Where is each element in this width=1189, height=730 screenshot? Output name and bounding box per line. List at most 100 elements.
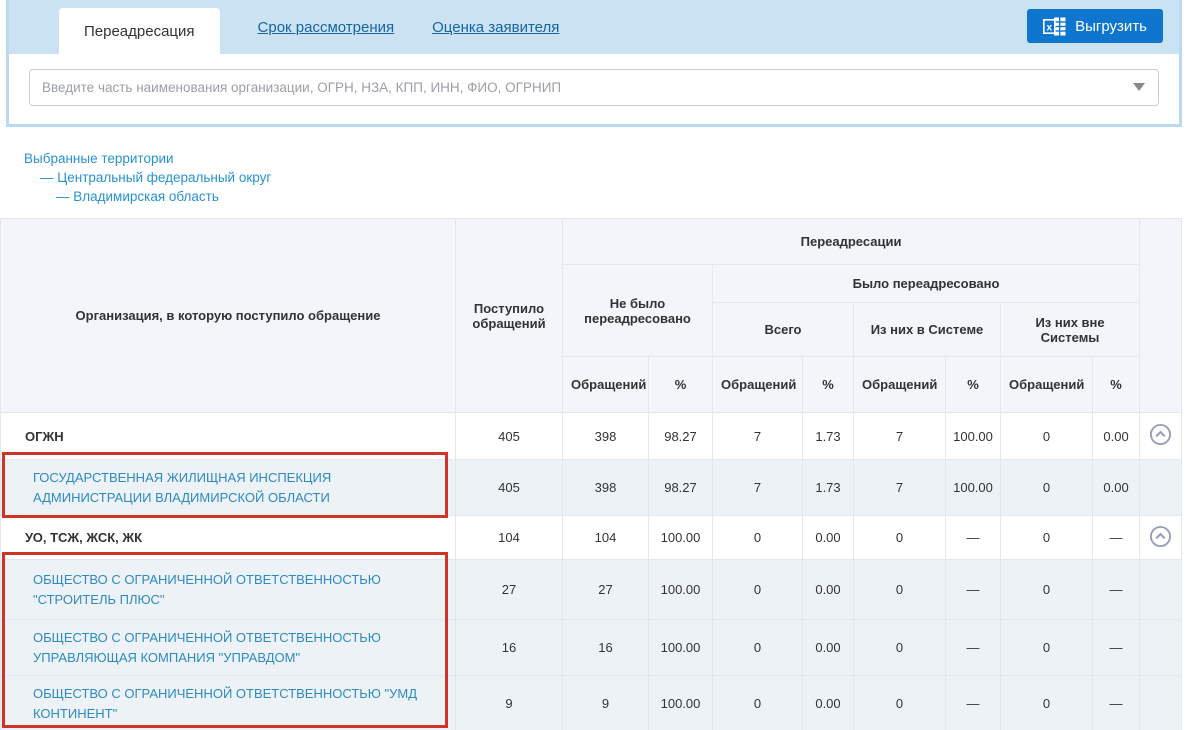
value-cell: 16 [456,620,563,676]
collapse-up-icon[interactable] [1149,423,1172,446]
value-cell: 7 [713,413,803,460]
header-percent: % [1093,357,1140,413]
value-cell: 0 [854,560,946,620]
value-cell: 9 [563,676,649,730]
value-cell: — [946,560,1001,620]
header-not-redirected: Не было переадресовано [563,265,713,357]
value-cell: 0 [854,516,946,560]
value-cell: 1.73 [803,460,854,516]
header-percent: % [649,357,713,413]
group-label: УО, ТСЖ, ЖСК, ЖК [25,530,142,545]
value-cell: 7 [854,460,946,516]
value-cell: 0 [713,560,803,620]
value-cell: 0.00 [1093,413,1140,460]
value-cell: 100.00 [649,560,713,620]
value-cell: 0.00 [803,620,854,676]
value-cell: 104 [563,516,649,560]
tab-ocenka-zayavitelya[interactable]: Оценка заявителя [432,19,559,36]
value-cell: 0 [1001,676,1093,730]
header-appeals: Обращений [713,357,803,413]
value-cell: 0 [1001,516,1093,560]
header-appeals: Обращений [563,357,649,413]
collapse-up-icon[interactable] [1149,525,1172,548]
value-cell: 98.27 [649,460,713,516]
value-cell: 100.00 [946,460,1001,516]
value-cell: 27 [456,560,563,620]
tab-bar: Переадресация Срок рассмотрения Оценка з… [9,0,1179,54]
value-cell: 0.00 [1093,460,1140,516]
value-cell: 100.00 [649,676,713,730]
value-cell: 104 [456,516,563,560]
selected-territories: Выбранные территории — Центральный федер… [24,149,271,206]
header-out-of-system: Из них вне Системы [1001,303,1140,357]
value-cell: 16 [563,620,649,676]
value-cell: — [1093,516,1140,560]
table-body: ОГЖН40539898.2771.737100.0000.00ГОСУДАРС… [1,413,1182,730]
value-cell: 7 [713,460,803,516]
value-cell: — [1093,620,1140,676]
redirection-report-page: Переадресация Срок рассмотрения Оценка з… [0,0,1189,730]
table-row: ОБЩЕСТВО С ОГРАНИЧЕННОЙ ОТВЕТСТВЕННОСТЬЮ… [1,620,1182,676]
value-cell: 7 [854,413,946,460]
search-area [9,54,1179,106]
org-cell: ОБЩЕСТВО С ОГРАНИЧЕННОЙ ОТВЕТСТВЕННОСТЬЮ… [1,620,456,676]
group-label: ОГЖН [25,429,64,444]
collapse-cell [1140,413,1182,460]
header-received: Поступило обращений [456,219,563,413]
header-collapse-column [1140,219,1182,413]
organization-link[interactable]: ГОСУДАРСТВЕННАЯ ЖИЛИЩНАЯ ИНСПЕКЦИЯ АДМИН… [33,470,331,505]
header-org: Организация, в которую поступило обращен… [1,219,456,413]
header-redirected: Было переадресовано [713,265,1140,303]
header-in-system: Из них в Системе [854,303,1001,357]
value-cell: 9 [456,676,563,730]
excel-icon: x [1043,17,1066,36]
value-cell: 0.00 [803,516,854,560]
table-row: ОБЩЕСТВО С ОГРАНИЧЕННОЙ ОТВЕТСТВЕННОСТЬЮ… [1,676,1182,730]
org-search-combobox[interactable] [29,69,1159,106]
dropdown-caret-icon[interactable] [1133,83,1145,91]
territory-item-central-district[interactable]: — Центральный федеральный округ [24,168,271,187]
tab-srok-rassmotreniya[interactable]: Срок рассмотрения [258,19,395,36]
tab-pereadresaciya[interactable]: Переадресация [59,8,220,54]
value-cell: 0.00 [803,676,854,730]
value-cell: 0 [1001,413,1093,460]
redirections-table: Организация, в которую поступило обращен… [0,218,1182,730]
header-total: Всего [713,303,854,357]
value-cell: — [1093,676,1140,730]
organization-link[interactable]: ОБЩЕСТВО С ОГРАНИЧЕННОЙ ОТВЕТСТВЕННОСТЬЮ… [33,572,381,607]
header-percent: % [946,357,1001,413]
value-cell: 0 [1001,560,1093,620]
org-cell: УО, ТСЖ, ЖСК, ЖК [1,516,456,560]
value-cell: 0 [854,620,946,676]
table-row: ОБЩЕСТВО С ОГРАНИЧЕННОЙ ОТВЕТСТВЕННОСТЬЮ… [1,560,1182,620]
filter-panel: Переадресация Срок рассмотрения Оценка з… [6,0,1182,127]
value-cell: — [946,676,1001,730]
value-cell: — [946,516,1001,560]
collapse-cell [1140,560,1182,620]
org-cell: ОБЩЕСТВО С ОГРАНИЧЕННОЙ ОТВЕТСТВЕННОСТЬЮ… [1,560,456,620]
organization-link[interactable]: ОБЩЕСТВО С ОГРАНИЧЕННОЙ ОТВЕТСТВЕННОСТЬЮ… [33,630,381,665]
collapse-cell [1140,620,1182,676]
value-cell: — [946,620,1001,676]
export-button[interactable]: x Выгрузить [1027,9,1163,43]
value-cell: 405 [456,413,563,460]
value-cell: 398 [563,460,649,516]
territory-item-vladimir-region[interactable]: — Владимирская область [24,187,271,206]
organization-link[interactable]: ОБЩЕСТВО С ОГРАНИЧЕННОЙ ОТВЕТСТВЕННОСТЬЮ… [33,686,417,721]
org-search-input[interactable] [30,70,1158,105]
table-row: ОГЖН40539898.2771.737100.0000.00 [1,413,1182,460]
header-appeals: Обращений [1001,357,1093,413]
value-cell: 398 [563,413,649,460]
value-cell: 100.00 [649,620,713,676]
value-cell: 1.73 [803,413,854,460]
value-cell: 0 [1001,620,1093,676]
value-cell: 0 [713,620,803,676]
territories-title[interactable]: Выбранные территории [24,149,271,168]
value-cell: 98.27 [649,413,713,460]
value-cell: 0 [713,516,803,560]
table-header: Организация, в которую поступило обращен… [1,219,1182,413]
org-cell: ОБЩЕСТВО С ОГРАНИЧЕННОЙ ОТВЕТСТВЕННОСТЬЮ… [1,676,456,730]
value-cell: 0 [713,676,803,730]
svg-text:x: x [1047,21,1053,33]
org-cell: ОГЖН [1,413,456,460]
